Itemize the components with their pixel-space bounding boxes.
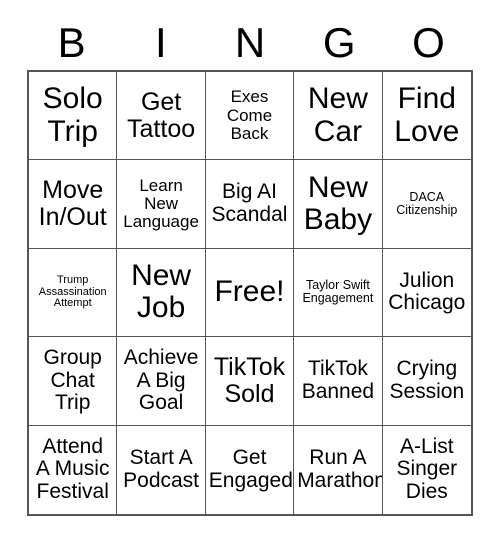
bingo-cell-label: Trump Assassination Attempt: [38, 273, 107, 310]
bingo-cell-g1[interactable]: New Car: [294, 72, 383, 161]
bingo-cell-label: New Car: [307, 82, 368, 148]
bingo-cell-label: Taylor Swift Engagement: [302, 277, 374, 306]
bingo-cell-o5[interactable]: A-List Singer Dies: [382, 425, 471, 514]
bingo-cell-label: Achieve A Big Goal: [123, 345, 199, 415]
bingo-card: B I N G O Solo Trip Get Tattoo Exes Come…: [0, 0, 500, 544]
bingo-cell-label: A-List Singer Dies: [396, 434, 458, 504]
bingo-cell-label: TikTok Banned: [301, 357, 375, 403]
bingo-cell-label: Find Love: [394, 82, 460, 148]
bingo-cell-label: New Baby: [303, 170, 373, 237]
bingo-cell-o2[interactable]: DACA Citizenship: [382, 160, 471, 249]
bingo-cell-label: Group Chat Trip: [43, 345, 102, 415]
bingo-header-row: B I N G O: [27, 16, 473, 70]
bingo-cell-n4[interactable]: TikTok Sold: [205, 337, 295, 426]
bingo-cell-label: DACA Citizenship: [396, 189, 458, 218]
bingo-cell-g2[interactable]: New Baby: [294, 160, 383, 249]
bingo-cell-b2[interactable]: Move In/Out: [29, 160, 118, 249]
bingo-header-letter-i: I: [154, 19, 167, 66]
bingo-cell-b4[interactable]: Group Chat Trip: [29, 337, 118, 426]
bingo-cell-label: Julion Chicago: [388, 268, 466, 315]
bingo-cell-label: Learn New Language: [123, 175, 199, 232]
bingo-cell-i5[interactable]: Start A Podcast: [117, 425, 206, 514]
bingo-cell-label: Run A Marathon: [297, 446, 383, 492]
bingo-cell-b3[interactable]: Trump Assassination Attempt: [29, 248, 118, 338]
bingo-cell-i3[interactable]: New Job: [117, 248, 206, 338]
bingo-header-letter-n: N: [234, 19, 266, 66]
bingo-cell-free-space[interactable]: Free!: [205, 248, 295, 338]
bingo-grid: Solo Trip Get Tattoo Exes Come Back New …: [27, 70, 473, 516]
bingo-cell-i1[interactable]: Get Tattoo: [117, 72, 206, 161]
bingo-cell-label: Attend A Music Festival: [35, 434, 110, 504]
bingo-cell-o4[interactable]: Crying Session: [382, 337, 471, 426]
bingo-cell-label: Exes Come Back: [226, 87, 273, 143]
bingo-cell-label: Move In/Out: [38, 176, 107, 232]
bingo-cell-o3[interactable]: Julion Chicago: [382, 248, 471, 338]
bingo-cell-n2[interactable]: Big AI Scandal: [205, 160, 295, 249]
bingo-cell-label: Get Engaged: [208, 446, 293, 492]
bingo-header-letter-o: O: [412, 19, 445, 66]
bingo-cell-n5[interactable]: Get Engaged: [205, 425, 295, 514]
bingo-cell-b1[interactable]: Solo Trip: [29, 72, 118, 161]
bingo-cell-label: New Job: [131, 259, 192, 325]
bingo-cell-n1[interactable]: Exes Come Back: [205, 72, 295, 161]
bingo-header-letter-g: G: [322, 19, 356, 66]
bingo-cell-b5[interactable]: Attend A Music Festival: [29, 425, 118, 514]
bingo-cell-g4[interactable]: TikTok Banned: [294, 337, 383, 426]
bingo-cell-label: TikTok Sold: [213, 352, 286, 408]
bingo-cell-label: Solo Trip: [42, 82, 103, 148]
bingo-cell-label: Crying Session: [389, 357, 465, 403]
bingo-cell-i4[interactable]: Achieve A Big Goal: [117, 337, 206, 426]
bingo-header-letter-b: B: [57, 19, 86, 66]
bingo-cell-g3[interactable]: Taylor Swift Engagement: [294, 248, 383, 338]
bingo-free-space-label: Free!: [214, 275, 285, 309]
bingo-cell-o1[interactable]: Find Love: [382, 72, 471, 161]
bingo-cell-i2[interactable]: Learn New Language: [117, 160, 206, 249]
bingo-cell-label: Big AI Scandal: [211, 180, 288, 227]
bingo-cell-label: Start A Podcast: [123, 446, 200, 492]
bingo-cell-g5[interactable]: Run A Marathon: [294, 425, 383, 514]
bingo-cell-label: Get Tattoo: [127, 87, 196, 143]
